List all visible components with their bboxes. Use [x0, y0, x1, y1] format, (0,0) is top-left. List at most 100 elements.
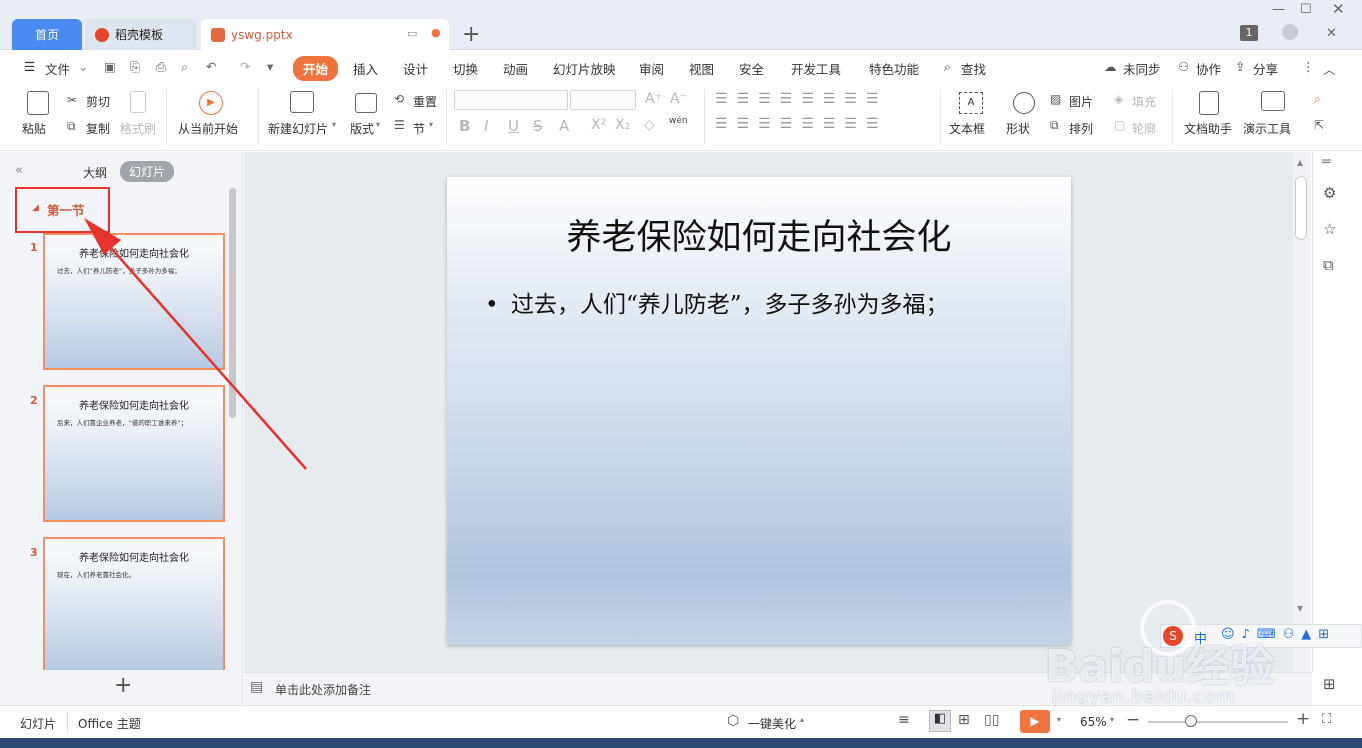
chevron-down-icon[interactable]: ⌄	[78, 59, 88, 74]
export-icon[interactable]: ⎘	[130, 59, 140, 75]
canvas-scrollbar[interactable]: ▲ ▼	[1293, 152, 1311, 672]
font-color-icon[interactable]: A	[559, 117, 569, 135]
play-slideshow-button[interactable]: ▶	[1020, 710, 1050, 733]
subscript-icon[interactable]: X₂	[615, 117, 630, 133]
properties-icon[interactable]: ⚙	[1323, 184, 1336, 202]
bold-icon[interactable]: B	[459, 117, 470, 135]
redo-icon[interactable]: ↷	[240, 59, 250, 74]
underline-icon[interactable]: U	[508, 117, 519, 135]
sync-status[interactable]: 未同步	[1123, 59, 1161, 78]
monitor-icon[interactable]: ▭	[407, 27, 417, 40]
format-painter-button[interactable]: 格式刷	[120, 120, 156, 137]
beautify-chevron-icon[interactable]: ▴	[800, 715, 804, 724]
avatar[interactable]	[1282, 24, 1298, 40]
new-slide-button[interactable]: 新建幻灯片	[268, 120, 328, 137]
menu-animation[interactable]: 动画	[503, 59, 528, 78]
print-icon[interactable]: ⎙	[156, 59, 166, 75]
minimize-icon[interactable]: —	[1272, 2, 1285, 17]
tab-slides[interactable]: 幻灯片	[120, 161, 175, 182]
alignment-tools-icon[interactable]: ☰☰☰☰☰☰☰☰	[715, 116, 887, 132]
layout-icon[interactable]	[355, 93, 377, 113]
quick-access-dropdown-icon[interactable]: ▾	[267, 59, 273, 74]
more-icon[interactable]: ⋮	[1302, 59, 1315, 74]
maximize-icon[interactable]: ☐	[1300, 2, 1312, 17]
slide-thumbnail-1[interactable]: 养老保险如何走向社会化 过去，人们“养儿防老”，多子多孙为多福；	[43, 233, 225, 370]
collapse-ribbon-icon[interactable]: ︿	[1323, 59, 1336, 78]
section-button[interactable]: 节	[413, 120, 425, 137]
notes-toggle-icon[interactable]: ≡	[898, 712, 910, 728]
presentation-tool-icon[interactable]	[1261, 91, 1285, 111]
status-theme[interactable]: Office 主题	[78, 715, 141, 732]
close-icon[interactable]: ✕	[1332, 0, 1345, 18]
superscript-icon[interactable]: X²	[591, 117, 606, 133]
tab-document[interactable]: yswg.pptx ▭ ●	[201, 19, 449, 50]
slide-thumbnail-2[interactable]: 养老保险如何走向社会化 后来，人们靠企业养老，“借的职工谁来养”；	[43, 385, 225, 522]
reading-view-icon[interactable]: ▯▯	[984, 712, 999, 728]
new-tab-button[interactable]: +	[462, 22, 480, 47]
zoom-level[interactable]: 65%	[1080, 715, 1107, 729]
cut-button[interactable]: 剪切	[86, 93, 110, 110]
zoom-out-icon[interactable]: −	[1126, 710, 1140, 730]
textbox-button[interactable]: 文本框	[949, 120, 985, 137]
outline-button[interactable]: 轮廓	[1132, 120, 1156, 137]
pinyin-icon[interactable]: wén	[669, 116, 688, 126]
shape-icon[interactable]	[1013, 92, 1035, 114]
menu-file[interactable]: 文件	[45, 59, 70, 78]
decrease-font-icon[interactable]: A⁻	[670, 91, 687, 107]
scroll-up-icon[interactable]: ▲	[1297, 158, 1303, 167]
menu-slideshow[interactable]: 幻灯片放映	[553, 59, 616, 78]
sidebar-menu-icon[interactable]: ═	[1322, 154, 1330, 170]
hamburger-icon[interactable]: ☰	[24, 59, 35, 74]
share-button[interactable]: 分享	[1253, 59, 1278, 78]
zoom-slider[interactable]	[1148, 721, 1288, 723]
menu-design[interactable]: 设计	[403, 59, 428, 78]
animation-icon[interactable]: ☆	[1323, 220, 1336, 238]
menu-transition[interactable]: 切换	[453, 59, 478, 78]
presentation-tool-button[interactable]: 演示工具	[1243, 120, 1291, 137]
menu-review[interactable]: 审阅	[639, 59, 664, 78]
close-tab-icon[interactable]: ✕	[1326, 26, 1337, 41]
search-button[interactable]: 查找	[961, 59, 986, 78]
play-icon[interactable]: ▶	[199, 91, 223, 115]
scroll-down-icon[interactable]: ▼	[1297, 604, 1303, 613]
clear-format-icon[interactable]: ◇	[644, 117, 655, 133]
menu-security[interactable]: 安全	[739, 59, 764, 78]
grid-icon[interactable]: ⊞	[1323, 675, 1336, 693]
paste-icon[interactable]	[27, 91, 49, 115]
font-size-select[interactable]	[570, 90, 636, 110]
menu-start[interactable]: 开始	[293, 56, 339, 81]
menu-insert[interactable]: 插入	[353, 59, 378, 78]
search-icon[interactable]: ⌕	[944, 59, 951, 75]
new-slide-icon[interactable]	[290, 91, 314, 113]
play-from-current-button[interactable]: 从当前开始	[178, 120, 238, 137]
tab-template[interactable]: 稻壳模板	[85, 19, 197, 50]
increase-font-icon[interactable]: A⁺	[645, 91, 662, 107]
slide-canvas[interactable]: 养老保险如何走向社会化 • 过去，人们“养儿防老”，多子多孙为多福；	[447, 177, 1071, 645]
normal-view-icon[interactable]: ◧	[929, 710, 951, 732]
fill-button[interactable]: 填充	[1132, 93, 1156, 110]
find-replace-icon[interactable]: ⌕	[1314, 92, 1321, 107]
zoom-in-icon[interactable]: +	[1296, 709, 1310, 729]
select-icon[interactable]: ⇱	[1314, 118, 1324, 132]
menu-features[interactable]: 特色功能	[869, 59, 919, 78]
menu-developer[interactable]: 开发工具	[791, 59, 841, 78]
slideshow-chevron-icon[interactable]: ▾	[1057, 715, 1061, 724]
slide-title[interactable]: 养老保险如何走向社会化	[447, 209, 1071, 260]
slide-bullet[interactable]: • 过去，人们“养儿防老”，多子多孙为多福；	[485, 290, 1025, 321]
font-family-select[interactable]	[454, 90, 568, 110]
textbox-icon[interactable]: A	[959, 92, 983, 114]
paste-button[interactable]: 粘贴	[22, 120, 46, 137]
layout-button[interactable]: 版式	[350, 120, 374, 137]
transition-icon[interactable]: ⧉	[1323, 256, 1334, 274]
collaborate-button[interactable]: 协作	[1196, 59, 1221, 78]
save-icon[interactable]: ▣	[104, 59, 116, 74]
preview-icon[interactable]: ⌕	[181, 59, 188, 75]
panel-scrollbar[interactable]	[229, 188, 236, 418]
copy-button[interactable]: 复制	[86, 120, 110, 137]
window-count-badge[interactable]: 1	[1240, 25, 1258, 41]
arrange-button[interactable]: 排列	[1069, 120, 1093, 137]
italic-icon[interactable]: I	[484, 117, 488, 135]
tab-home[interactable]: 首页	[12, 19, 82, 50]
collapse-panel-icon[interactable]: «	[15, 163, 23, 178]
doc-helper-icon[interactable]	[1199, 91, 1219, 115]
